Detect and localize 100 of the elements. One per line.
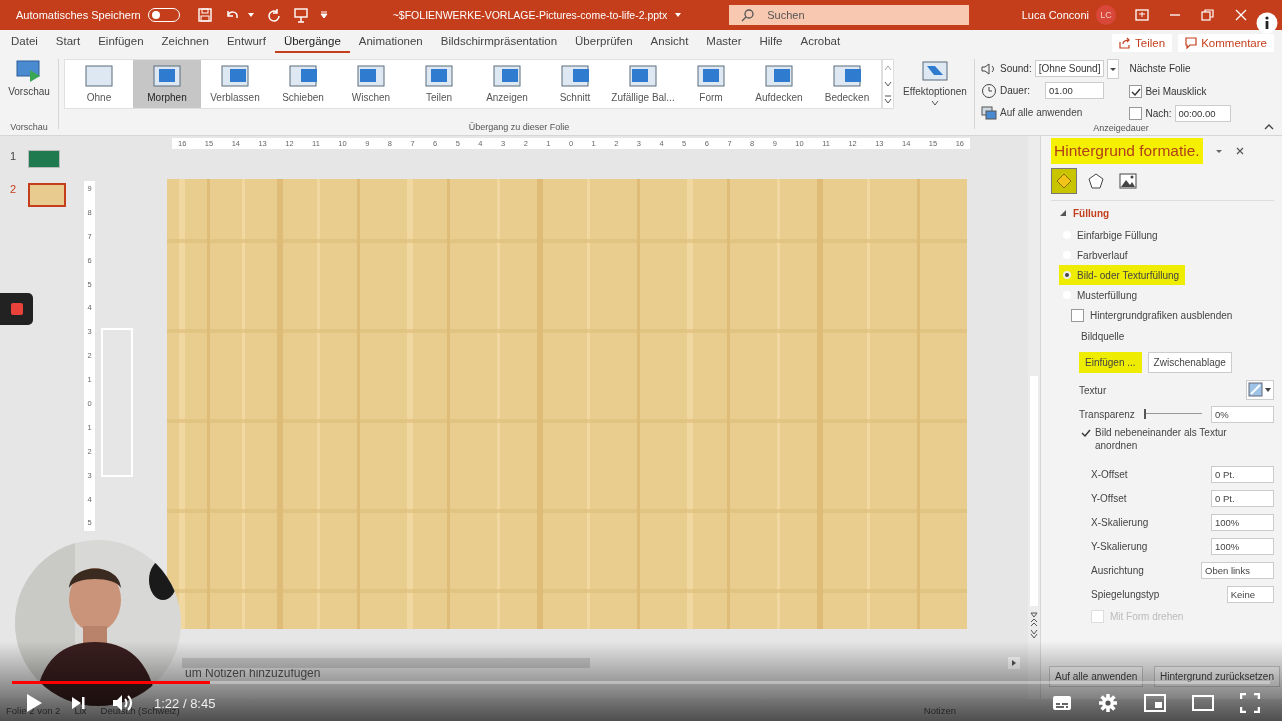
dropdown[interactable]: Oben links [1201,561,1274,579]
transition-button[interactable]: Verblassen [201,60,269,108]
scroll-right-icon[interactable] [1008,657,1020,669]
transition-button[interactable]: Schieben [269,60,337,108]
section-heading[interactable]: Füllung [1073,208,1110,219]
scroll-arrows-icon[interactable] [1029,610,1039,640]
dropdown[interactable]: Keine [1226,585,1274,603]
triangle-icon[interactable] [1059,209,1067,218]
menu-tab[interactable]: Hilfe [750,32,792,53]
spin-field[interactable]: 100% [1211,537,1274,555]
menu-tab[interactable]: Bildschirmpräsentation [431,32,567,53]
menu-tab[interactable]: Master [697,32,751,53]
field-label: Ausrichtung [1091,564,1144,576]
fullscreen-icon[interactable] [1240,693,1260,713]
settings-icon[interactable] [1098,693,1118,713]
transition-button[interactable]: Zufällige Bal... [609,60,677,108]
transition-icon [765,65,793,87]
restore-icon[interactable] [1201,9,1215,21]
menu-tab[interactable]: Datei [2,32,47,53]
menu-tab[interactable]: Ansicht [641,32,698,53]
checkbox[interactable] [1071,308,1084,322]
menu-tab[interactable]: Einfügen [89,32,153,53]
slide-thumbnail[interactable] [28,150,60,168]
transition-button[interactable]: Teilen [405,60,473,108]
menu-tab[interactable]: Entwurf [217,32,275,53]
texture-picker[interactable] [1246,380,1274,400]
radio-button[interactable] [1063,271,1071,279]
checkbox-label[interactable]: Bild nebeneinander als Textur anordnen [1095,426,1255,452]
horizontal-scrollbar[interactable] [180,657,1020,669]
menu-tab[interactable]: Zeichnen [152,32,218,53]
slide-number: 2 [10,183,18,197]
miniplayer-icon[interactable] [1144,694,1166,712]
pane-options-icon[interactable] [1214,147,1223,155]
apply-all-button[interactable]: Auf alle anwenden [981,103,1120,122]
menu-tab[interactable]: Überprüfen [566,32,642,53]
fill-tab[interactable] [1051,168,1077,194]
clipboard-button[interactable]: Zwischenablage [1147,351,1232,373]
duration-field[interactable]: 01.00 [1045,82,1104,99]
spin-field[interactable]: 0 Pt. [1211,489,1274,507]
transition-icon [833,65,861,87]
redo-icon[interactable] [265,7,282,23]
close-icon[interactable] [1234,9,1248,21]
spin-field[interactable]: 0 Pt. [1211,465,1274,483]
dropdown-caret-icon[interactable] [1107,58,1120,79]
paint-bucket-icon [1055,172,1073,190]
ribbon-display-icon[interactable] [1135,9,1149,21]
apply-all-button[interactable]: Auf alle anwenden [1049,666,1144,687]
insert-button[interactable]: Einfügen ... [1079,351,1142,373]
transition-icon [425,65,453,87]
subtitles-icon[interactable] [1052,695,1072,711]
scrollbar-thumb[interactable] [182,658,590,668]
checkbox-label[interactable]: Hintergrundgrafiken ausblenden [1090,309,1233,321]
slide-thumbnail[interactable] [28,183,66,207]
save-icon[interactable] [196,7,213,23]
menu-tab[interactable]: Start [46,32,90,53]
transition-button[interactable]: Bedecken [813,60,881,108]
presentation-icon[interactable] [292,7,309,23]
spin-field[interactable]: 100% [1211,513,1274,531]
transition-button[interactable]: Aufdecken [745,60,813,108]
option-label[interactable]: Bild- oder Texturfüllung [1077,269,1180,281]
transition-button[interactable]: Anzeigen [473,60,541,108]
collapse-ribbon-icon[interactable] [1264,123,1274,131]
theater-mode-icon[interactable] [1192,695,1214,711]
field-label: X-Offset [1091,468,1128,480]
close-icon[interactable] [1234,146,1245,156]
transition-icon [221,65,249,87]
group-label: Anzeigedauer [1093,123,1149,135]
caret-icon[interactable] [246,11,255,19]
transition-button[interactable]: Wischen [337,60,405,108]
notes-placeholder[interactable]: um Notizen hinzuzufügen [185,666,321,680]
menu-tab[interactable]: Übergänge [274,32,350,53]
info-icon[interactable] [1256,12,1278,34]
transparency-field[interactable]: 0% [1211,405,1274,423]
checkbox[interactable] [1129,85,1143,98]
menu-tab[interactable]: Acrobat [791,32,850,53]
reset-background-button[interactable]: Hintergrund zurücksetzen [1154,666,1280,687]
transition-button[interactable]: Morphen [133,60,201,108]
option-label[interactable]: Musterfüllung [1077,289,1138,301]
group-label: Vorschau [10,122,48,134]
search-field[interactable]: Suchen [729,5,970,25]
option-label[interactable]: Farbverlauf [1077,249,1128,261]
effect-options-button[interactable]: Effektoptionen [900,59,970,109]
share-button[interactable]: Teilen [1112,33,1173,52]
checkbox[interactable] [1129,107,1143,120]
vertical-scrollbar[interactable] [1028,136,1040,699]
stop-button[interactable] [0,293,33,325]
option-label[interactable]: Einfarbige Füllung [1077,229,1158,241]
share-icon [1119,36,1132,49]
transition-button[interactable]: Schnitt [541,60,609,108]
sound-dropdown[interactable]: [Ohne Sound] [1034,60,1105,77]
transition-button[interactable]: Ohne [65,60,133,108]
comments-button[interactable]: Kommentare [1178,33,1274,52]
next-slide-label: Nächste Folie [1129,62,1192,76]
after-time-field[interactable]: 00:00.00 [1174,105,1231,122]
caret-icon[interactable] [674,11,683,19]
preview-icon [16,59,42,83]
preview-button[interactable]: Vorschau [8,59,50,97]
transition-button[interactable]: Form [677,60,745,108]
customize-caret-icon[interactable] [319,11,328,19]
menu-tab[interactable]: Animationen [349,32,432,53]
